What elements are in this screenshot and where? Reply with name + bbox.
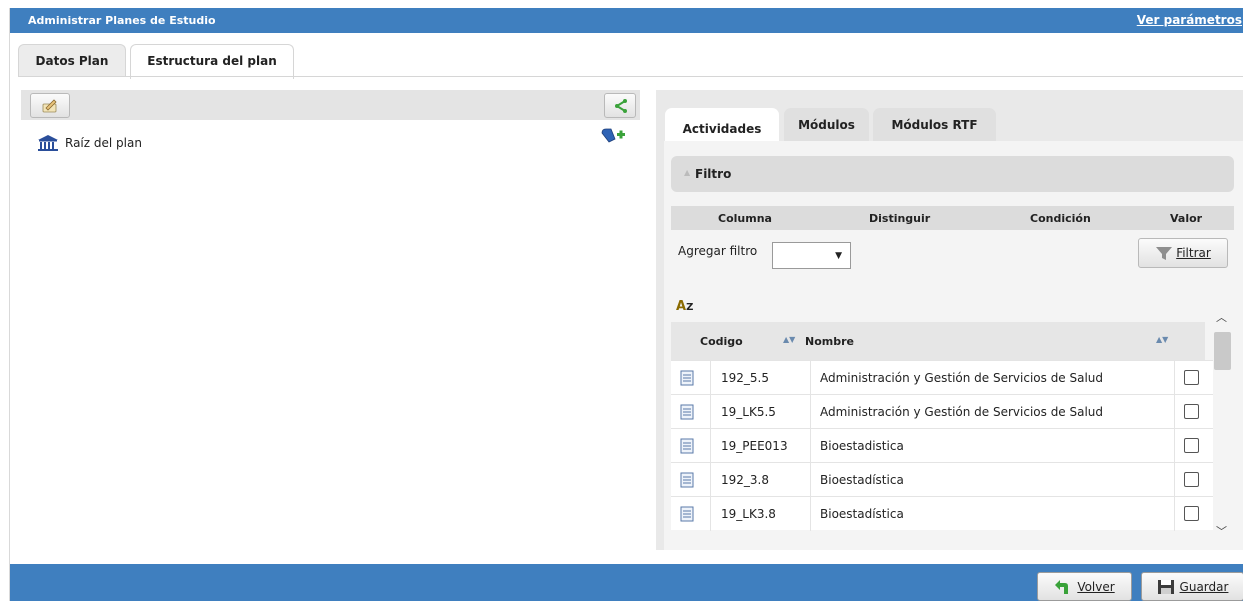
sort-az-icon[interactable]: AZ [676, 299, 693, 314]
row-nombre: Administración y Gestión de Servicios de… [820, 405, 1104, 419]
table-row[interactable]: 19_PEE013 Bioestadistica [671, 428, 1213, 463]
document-icon [680, 506, 694, 525]
institution-icon [38, 135, 58, 151]
activities-grid: 192_5.5 Administración y Gestión de Serv… [671, 360, 1213, 531]
add-node-icon [601, 128, 625, 143]
tab-modulos[interactable]: Módulos [784, 108, 869, 141]
table-row[interactable]: 192_5.5 Administración y Gestión de Serv… [671, 360, 1213, 395]
row-nombre: Bioestadistica [820, 439, 904, 453]
title-bar: Administrar Planes de Estudio Ver paráme… [10, 8, 1243, 33]
save-button-label: Guardar [1179, 579, 1229, 594]
back-button[interactable]: Volver [1037, 572, 1132, 601]
row-select-cell [1174, 497, 1204, 531]
funnel-icon [1156, 247, 1173, 260]
document-icon [680, 438, 694, 457]
expand-tree-button[interactable] [604, 93, 636, 118]
document-icon [680, 404, 694, 423]
chevron-up-icon[interactable]: ︿ [1216, 309, 1227, 325]
tab-estructura-plan[interactable]: Estructura del plan [130, 44, 294, 79]
tab-actividades[interactable]: Actividades [665, 108, 779, 143]
filter-header[interactable]: ▲ Filtro [671, 156, 1234, 192]
row-codigo: 19_LK5.5 [710, 395, 811, 429]
filter-col-distinguir: Distinguir [869, 212, 931, 225]
filter-col-condicion: Condición [1030, 212, 1091, 225]
edit-button[interactable] [30, 93, 70, 118]
filter-title: Filtro [695, 167, 732, 181]
row-checkbox[interactable] [1184, 370, 1199, 385]
grid-col-codigo[interactable]: Codigo [700, 335, 743, 348]
back-button-label: Volver [1077, 579, 1115, 594]
row-codigo: 19_LK3.8 [710, 497, 811, 531]
row-codigo: 19_PEE013 [710, 429, 811, 463]
add-filter-label: Agregar filtro [678, 244, 758, 258]
filter-button-label: Filtrar [1176, 246, 1211, 260]
sort-arrows-icon[interactable]: ▲▼ [1156, 335, 1168, 344]
table-row[interactable]: 192_3.8 Bioestadística [671, 462, 1213, 497]
chevron-down-icon[interactable]: ﹀ [1216, 523, 1227, 539]
row-checkbox[interactable] [1184, 472, 1199, 487]
row-nombre: Bioestadística [820, 507, 904, 521]
document-icon [680, 370, 694, 389]
tab-datos-plan[interactable]: Datos Plan [18, 44, 126, 77]
right-panel: Actividades Módulos Módulos RTF ▲ Filtro… [656, 90, 1243, 550]
filter-col-valor: Valor [1170, 212, 1203, 225]
activities-panel: ▲ Filtro Columna Distinguir Condición Va… [664, 141, 1243, 550]
app-window: Administrar Planes de Estudio Ver paráme… [9, 8, 1243, 601]
filter-col-columna: Columna [718, 212, 772, 225]
row-checkbox[interactable] [1184, 404, 1199, 419]
row-nombre: Bioestadística [820, 473, 904, 487]
chevron-down-icon: ▼ [835, 251, 842, 261]
footer-bar: Volver Guardar [10, 564, 1243, 601]
add-node-button[interactable] [600, 127, 626, 148]
row-select-cell [1174, 429, 1204, 463]
row-codigo: 192_3.8 [710, 463, 811, 497]
edit-icon [42, 98, 57, 112]
tree-root-node[interactable]: Raíz del plan [37, 134, 142, 152]
row-select-cell [1174, 463, 1204, 497]
back-arrow-icon [1055, 579, 1069, 594]
scrollbar-thumb[interactable] [1214, 332, 1231, 370]
tree-toolbar [21, 90, 640, 120]
row-select-cell [1174, 361, 1204, 395]
add-filter-select[interactable]: ▼ [772, 242, 851, 269]
collapse-icon: ▲ [684, 168, 691, 177]
table-row[interactable]: 19_LK5.5 Administración y Gestión de Ser… [671, 394, 1213, 429]
row-codigo: 192_5.5 [710, 361, 811, 395]
sort-arrows-icon[interactable]: ▲▼ [783, 335, 795, 344]
tab-modulos-rtf[interactable]: Módulos RTF [873, 108, 996, 141]
filter-columns-header: Columna Distinguir Condición Valor [671, 206, 1234, 230]
window-title: Administrar Planes de Estudio [28, 14, 216, 27]
tab-content: Raíz del plan Actividades Módulos Módulo… [10, 77, 1243, 563]
save-icon [1157, 579, 1174, 594]
document-icon [680, 472, 694, 491]
grid-col-nombre[interactable]: Nombre [805, 335, 854, 348]
save-button[interactable]: Guardar [1141, 572, 1243, 601]
row-checkbox[interactable] [1184, 438, 1199, 453]
view-parameters-link[interactable]: Ver parámetros [1137, 13, 1242, 27]
row-checkbox[interactable] [1184, 506, 1199, 521]
grid-header: Codigo ▲▼ Nombre ▲▼ [671, 322, 1205, 360]
table-row[interactable]: 19_LK3.8 Bioestadística [671, 496, 1213, 531]
tree-expand-icon [615, 98, 627, 113]
grid-scrollbar[interactable]: ︿ ﹀ [1212, 301, 1234, 543]
row-nombre: Administración y Gestión de Servicios de… [820, 371, 1104, 385]
tree-root-label: Raíz del plan [65, 136, 142, 150]
row-select-cell [1174, 395, 1204, 429]
filter-button[interactable]: Filtrar [1138, 238, 1228, 268]
